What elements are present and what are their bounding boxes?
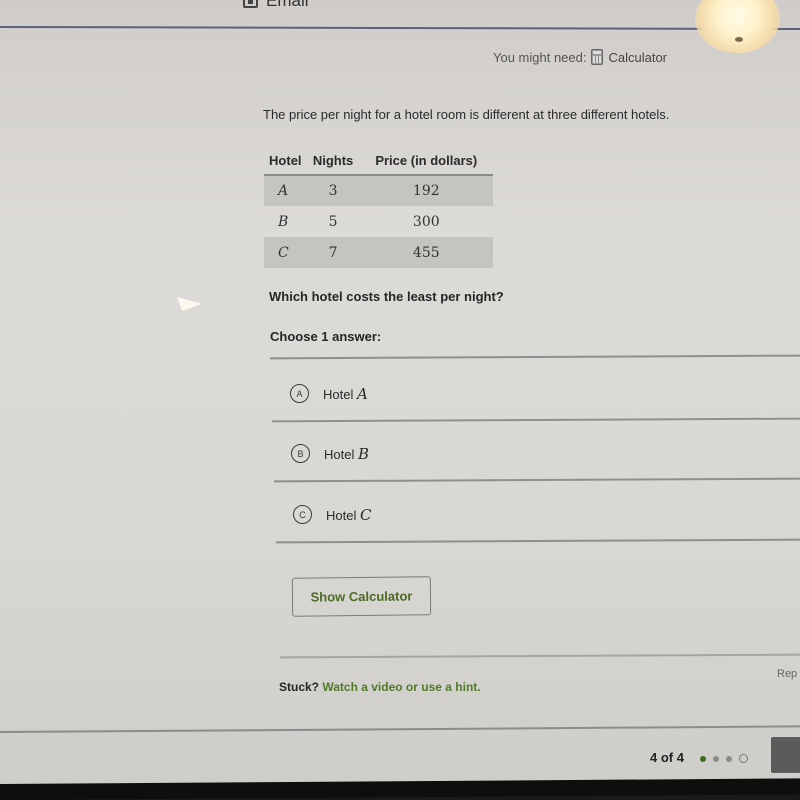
header-nights: Nights xyxy=(306,150,360,176)
email-link[interactable]: Email xyxy=(243,0,309,11)
choice-divider xyxy=(275,538,800,543)
glare-dot xyxy=(735,37,743,42)
progress-dot-2 xyxy=(713,755,719,762)
hint-link[interactable]: Watch a video or use a hint. xyxy=(322,680,480,694)
header-price: Price (in dollars) xyxy=(359,150,493,176)
choice-c-radio[interactable]: C xyxy=(293,505,312,524)
question-text: Which hotel costs the least per night? xyxy=(269,289,504,304)
hotel-table: Hotel Nights Price (in dollars) A 3 192 … xyxy=(264,150,493,268)
header-hotel: Hotel xyxy=(264,150,307,176)
top-strip: Email xyxy=(0,0,800,28)
choice-c-label: Hotel C xyxy=(326,506,371,524)
table-row: A 3 192 xyxy=(264,175,493,206)
progress-label: 4 of 4 xyxy=(650,750,684,765)
choice-b-label: Hotel B xyxy=(324,445,369,463)
might-need-label: You might need: xyxy=(493,49,587,65)
light-glare xyxy=(695,0,780,53)
choice-b[interactable]: B Hotel B xyxy=(291,444,369,463)
check-button[interactable] xyxy=(771,737,800,773)
email-label: Email xyxy=(266,0,309,10)
table-row: C 7 455 xyxy=(264,237,493,268)
calculator-link[interactable]: Calculator xyxy=(608,50,667,65)
help-divider xyxy=(279,653,800,658)
cell-price: 455 xyxy=(359,237,493,268)
cell-price: 192 xyxy=(359,175,493,206)
stuck-help: Stuck? Watch a video or use a hint. xyxy=(279,680,481,694)
calculator-icon[interactable] xyxy=(591,49,604,65)
tools-hint: You might need: Calculator xyxy=(493,49,667,65)
choice-divider xyxy=(269,354,800,359)
cell-hotel: B xyxy=(278,213,289,230)
email-icon xyxy=(243,0,258,8)
progress-dot-4 xyxy=(739,754,748,763)
show-calculator-button[interactable]: Show Calculator xyxy=(291,576,432,617)
cell-hotel: C xyxy=(264,237,307,268)
choice-a-label: Hotel A xyxy=(323,385,368,403)
choice-b-radio[interactable]: B xyxy=(291,444,310,463)
cell-nights: 7 xyxy=(306,237,360,268)
choice-divider xyxy=(273,477,800,482)
light-reflection xyxy=(177,297,202,311)
report-link[interactable]: Rep xyxy=(777,668,797,680)
choice-a-var: A xyxy=(356,384,368,403)
choose-label: Choose 1 answer: xyxy=(270,329,382,344)
stuck-label: Stuck? xyxy=(279,680,320,694)
progress-dots xyxy=(700,754,748,763)
choice-a-prefix: Hotel xyxy=(323,386,354,402)
choice-divider xyxy=(271,417,800,422)
choice-c-var: C xyxy=(359,505,372,524)
problem-intro: The price per night for a hotel room is … xyxy=(263,107,670,122)
cell-nights: 3 xyxy=(306,175,360,206)
progress-dot-1 xyxy=(700,755,706,762)
choice-b-prefix: Hotel xyxy=(324,446,355,462)
choice-c-prefix: Hotel xyxy=(326,507,357,523)
cell-nights: 5 xyxy=(328,213,338,230)
choice-a-radio[interactable]: A xyxy=(290,384,309,403)
choice-c[interactable]: C Hotel C xyxy=(293,505,371,524)
cell-hotel: A xyxy=(264,175,307,206)
progress-dot-3 xyxy=(726,755,732,762)
table-row: B 5 300 xyxy=(264,206,493,237)
screen: Email You might need: Calculator The pri… xyxy=(0,0,800,785)
choice-b-var: B xyxy=(357,444,370,463)
table-header-row: Hotel Nights Price (in dollars) xyxy=(264,150,493,176)
cell-price: 300 xyxy=(412,213,440,230)
choice-a[interactable]: A Hotel A xyxy=(290,384,368,403)
footer-divider xyxy=(0,725,800,733)
